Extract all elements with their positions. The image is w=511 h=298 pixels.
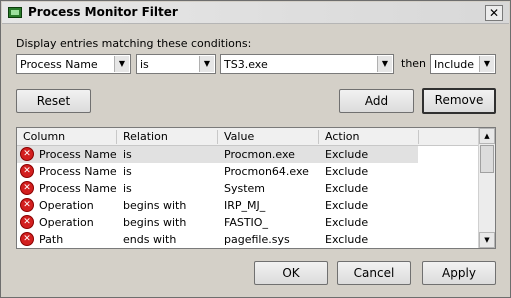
cell-relation: begins with — [123, 216, 187, 229]
cell-column: Process Name — [39, 182, 117, 195]
cell-relation: begins with — [123, 199, 187, 212]
filter-list[interactable]: Column Relation Value Action ✕ Process N… — [16, 127, 496, 249]
red-x-circle-icon[interactable]: ✕ — [20, 181, 34, 195]
cell-action: Exclude — [325, 233, 369, 246]
reset-button[interactable]: Reset — [16, 89, 91, 113]
cell-action: Exclude — [325, 182, 369, 195]
table-row[interactable]: ✕ Process Name is System Exclude — [17, 180, 479, 197]
column-header-filler — [419, 130, 479, 144]
arrow-down-icon[interactable]: ▼ — [479, 232, 495, 248]
value-combobox[interactable]: TS3.exe ▼ — [220, 54, 394, 74]
red-x-circle-icon[interactable]: ✕ — [20, 198, 34, 212]
table-row[interactable]: ✕ Process Name is Procmon64.exe Exclude — [17, 163, 479, 180]
cell-relation: is — [123, 182, 132, 195]
action-select[interactable]: Include ▼ — [430, 54, 496, 74]
cell-value: System — [224, 182, 266, 195]
chevron-down-icon[interactable]: ▼ — [114, 56, 129, 72]
value-combobox-text: TS3.exe — [224, 58, 268, 71]
column-header-value[interactable]: Value — [218, 130, 319, 144]
procmon-icon — [8, 7, 22, 18]
table-row[interactable]: ✕ Process Name is Procmon.exe Exclude — [17, 146, 418, 163]
ok-button[interactable]: OK — [254, 261, 328, 285]
table-row[interactable]: ✕ Operation begins with IRP_MJ_ Exclude — [17, 197, 479, 214]
cell-action: Exclude — [325, 216, 369, 229]
cell-relation: is — [123, 148, 132, 161]
relation-select[interactable]: is ▼ — [136, 54, 216, 74]
cell-action: Exclude — [325, 199, 369, 212]
cell-relation: is — [123, 165, 132, 178]
red-x-circle-icon[interactable]: ✕ — [20, 232, 34, 246]
list-header: Column Relation Value Action — [17, 128, 479, 146]
window-title: Process Monitor Filter — [28, 5, 178, 19]
arrow-up-icon[interactable]: ▲ — [479, 128, 495, 144]
cell-action: Exclude — [325, 165, 369, 178]
cell-value: Procmon64.exe — [224, 165, 309, 178]
then-label: then — [401, 57, 427, 70]
column-select[interactable]: Process Name ▼ — [16, 54, 131, 74]
title-bar[interactable]: Process Monitor Filter ✕ — [2, 2, 509, 24]
cell-column: Path — [39, 233, 64, 246]
red-x-circle-icon[interactable]: ✕ — [20, 147, 34, 161]
cell-value: pagefile.sys — [224, 233, 290, 246]
chevron-down-icon[interactable]: ▼ — [199, 56, 214, 72]
cell-column: Process Name — [39, 148, 117, 161]
cell-column: Operation — [39, 216, 94, 229]
scrollbar-thumb[interactable] — [480, 145, 494, 173]
column-header-relation[interactable]: Relation — [117, 130, 218, 144]
close-button[interactable]: ✕ — [485, 5, 503, 21]
cell-column: Operation — [39, 199, 94, 212]
table-row[interactable]: ✕ Path ends with pagefile.sys Exclude — [17, 231, 479, 248]
cell-action: Exclude — [325, 148, 369, 161]
red-x-circle-icon[interactable]: ✕ — [20, 164, 34, 178]
cell-value: FASTIO_ — [224, 216, 268, 229]
apply-button[interactable]: Apply — [422, 261, 496, 285]
remove-button[interactable]: Remove — [422, 88, 496, 114]
cancel-button[interactable]: Cancel — [337, 261, 411, 285]
column-select-value: Process Name — [20, 58, 98, 71]
conditions-label: Display entries matching these condition… — [16, 37, 252, 50]
cell-value: IRP_MJ_ — [224, 199, 266, 212]
table-row[interactable]: ✕ Operation begins with FASTIO_ Exclude — [17, 214, 479, 231]
chevron-down-icon[interactable]: ▼ — [479, 56, 494, 72]
column-header-action[interactable]: Action — [319, 130, 419, 144]
relation-select-value: is — [140, 58, 149, 71]
chevron-down-icon[interactable]: ▼ — [377, 56, 392, 72]
cell-relation: ends with — [123, 233, 177, 246]
cell-value: Procmon.exe — [224, 148, 295, 161]
red-x-circle-icon[interactable]: ✕ — [20, 215, 34, 229]
filter-dialog: Process Monitor Filter ✕ Display entries… — [0, 0, 511, 298]
vertical-scrollbar[interactable]: ▲ ▼ — [478, 128, 495, 248]
column-header-column[interactable]: Column — [17, 130, 117, 144]
cell-column: Process Name — [39, 165, 117, 178]
action-select-value: Include — [434, 58, 475, 71]
add-button[interactable]: Add — [339, 89, 414, 113]
